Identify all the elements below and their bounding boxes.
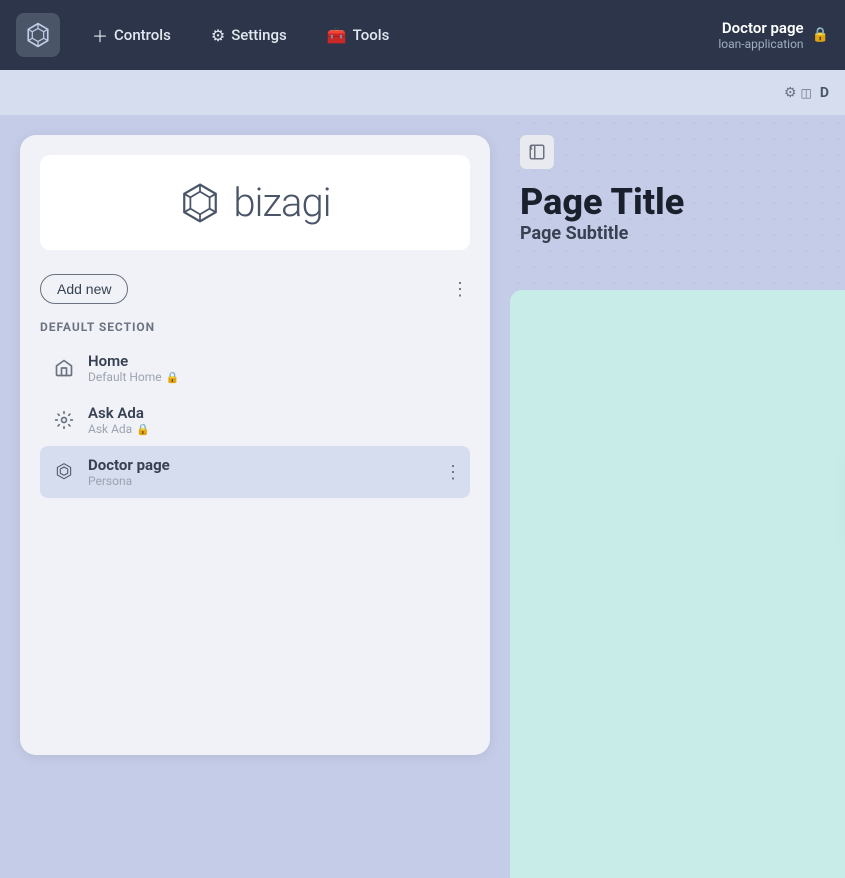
section-label: DEFAULT SECTION <box>40 320 470 334</box>
main-content: bizagi Add new ⋮ DEFAULT SECTION <box>0 115 845 878</box>
add-new-button[interactable]: Add new <box>40 274 128 304</box>
askada-icon <box>52 408 76 432</box>
app-logo <box>16 13 60 57</box>
navbar-page-subtitle: loan-application <box>718 37 803 51</box>
askada-lock-icon: 🔒 <box>136 423 150 436</box>
preview-page-title: Page Title Page Subtitle <box>520 183 684 244</box>
tools-icon: 🧰 <box>327 26 347 45</box>
teal-content-area <box>510 290 845 878</box>
logo-area: bizagi <box>40 155 470 250</box>
home-lock-icon: 🔒 <box>166 371 180 384</box>
navbar: ＋ Controls ⚙ Settings 🧰 Tools Doctor pag… <box>0 0 845 70</box>
controls-icon: ＋ <box>92 23 108 47</box>
home-item-subtitle: Default Home 🔒 <box>88 370 462 384</box>
user-avatar-initial: D <box>820 85 829 101</box>
home-item-name: Home <box>88 352 462 370</box>
collapse-button[interactable] <box>520 135 554 169</box>
doctorpage-item-subtitle: Persona <box>88 474 432 488</box>
tree-icon: ◫ <box>801 86 812 100</box>
nav-list-item-doctorpage[interactable]: Doctor page Persona ⋮ <box>40 446 470 498</box>
left-panel: bizagi Add new ⋮ DEFAULT SECTION <box>0 115 510 878</box>
right-panel: Page Title Page Subtitle Page settings D… <box>510 115 845 878</box>
askada-item-name: Ask Ada <box>88 404 462 422</box>
home-item-text: Home Default Home 🔒 <box>88 352 462 384</box>
navbar-right: Doctor page loan-application 🔒 <box>718 19 829 51</box>
page-info: Doctor page loan-application <box>718 19 803 51</box>
tools-label: Tools <box>353 26 390 44</box>
tools-nav-item[interactable]: 🧰 Tools <box>311 18 406 53</box>
settings-icon: ⚙ <box>211 26 225 45</box>
controls-nav-item[interactable]: ＋ Controls <box>76 15 187 55</box>
home-icon <box>52 356 76 380</box>
nav-list-item-askada[interactable]: Ask Ada Ask Ada 🔒 <box>40 394 470 446</box>
nav-list-item-home[interactable]: Home Default Home 🔒 <box>40 342 470 394</box>
bizagi-logo: bizagi <box>179 179 330 226</box>
doctorpage-item-text: Doctor page Persona <box>88 456 432 488</box>
askada-item-subtitle: Ask Ada 🔒 <box>88 422 462 436</box>
settings-label: Settings <box>231 26 287 44</box>
more-options-button[interactable]: ⋮ <box>451 279 470 300</box>
preview-big-subtitle: Page Subtitle <box>520 223 684 244</box>
add-new-row: Add new ⋮ <box>40 274 470 304</box>
doctorpage-icon <box>52 460 76 484</box>
doctorpage-item-name: Doctor page <box>88 456 432 474</box>
doctorpage-more-button[interactable]: ⋮ <box>444 462 462 483</box>
navbar-page-title: Doctor page <box>718 19 803 37</box>
preview-big-title: Page Title <box>520 183 684 223</box>
settings-nav-item[interactable]: ⚙ Settings <box>195 18 303 53</box>
askada-item-text: Ask Ada Ask Ada 🔒 <box>88 404 462 436</box>
gear-small-icon[interactable]: ⚙ <box>784 85 797 101</box>
sub-header-icons: ⚙ ◫ D <box>784 85 829 101</box>
bizagi-text: bizagi <box>233 179 330 226</box>
panel-card: bizagi Add new ⋮ DEFAULT SECTION <box>20 135 490 755</box>
sub-header: ⚙ ◫ D <box>0 70 845 115</box>
lock-icon: 🔒 <box>812 27 829 43</box>
controls-label: Controls <box>114 26 171 44</box>
